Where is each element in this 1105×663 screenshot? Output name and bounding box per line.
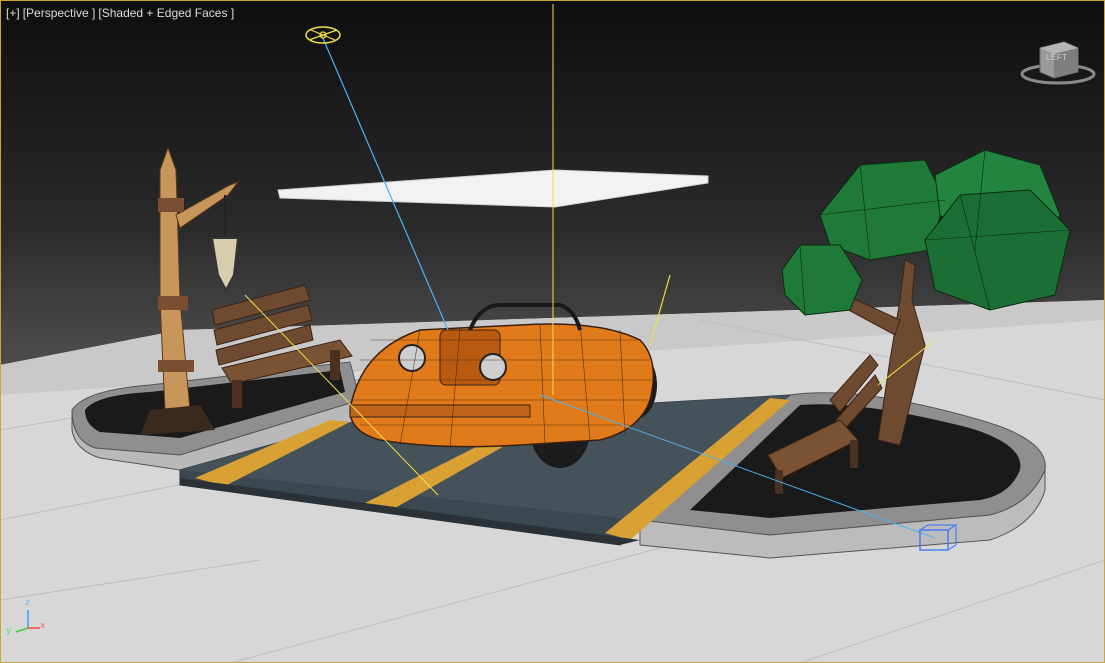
target-light-icon[interactable] [305, 26, 341, 44]
lantern [210, 237, 240, 293]
viewport-view-menu[interactable]: [Perspective ] [23, 6, 96, 20]
axis-tripod-icon: z x y [4, 598, 50, 640]
axis-y-label: y [6, 626, 12, 636]
axis-x-label: x [40, 621, 46, 631]
viewport-label: [+] [Perspective ] [Shaded + Edged Faces ] [6, 6, 237, 20]
area-light-plane[interactable] [277, 169, 709, 208]
viewport-plus-menu[interactable]: [+] [6, 6, 20, 20]
viewport-shading-menu[interactable]: [Shaded + Edged Faces ] [98, 6, 234, 20]
viewcube-face-label: LEFT [1046, 53, 1068, 62]
perspective-viewport[interactable]: [+] [Perspective ] [Shaded + Edged Faces ]… [0, 0, 1105, 663]
axis-z-label: z [25, 598, 30, 608]
scene-canvas[interactable] [0, 0, 1105, 663]
viewcube-icon[interactable] [1020, 41, 1096, 85]
